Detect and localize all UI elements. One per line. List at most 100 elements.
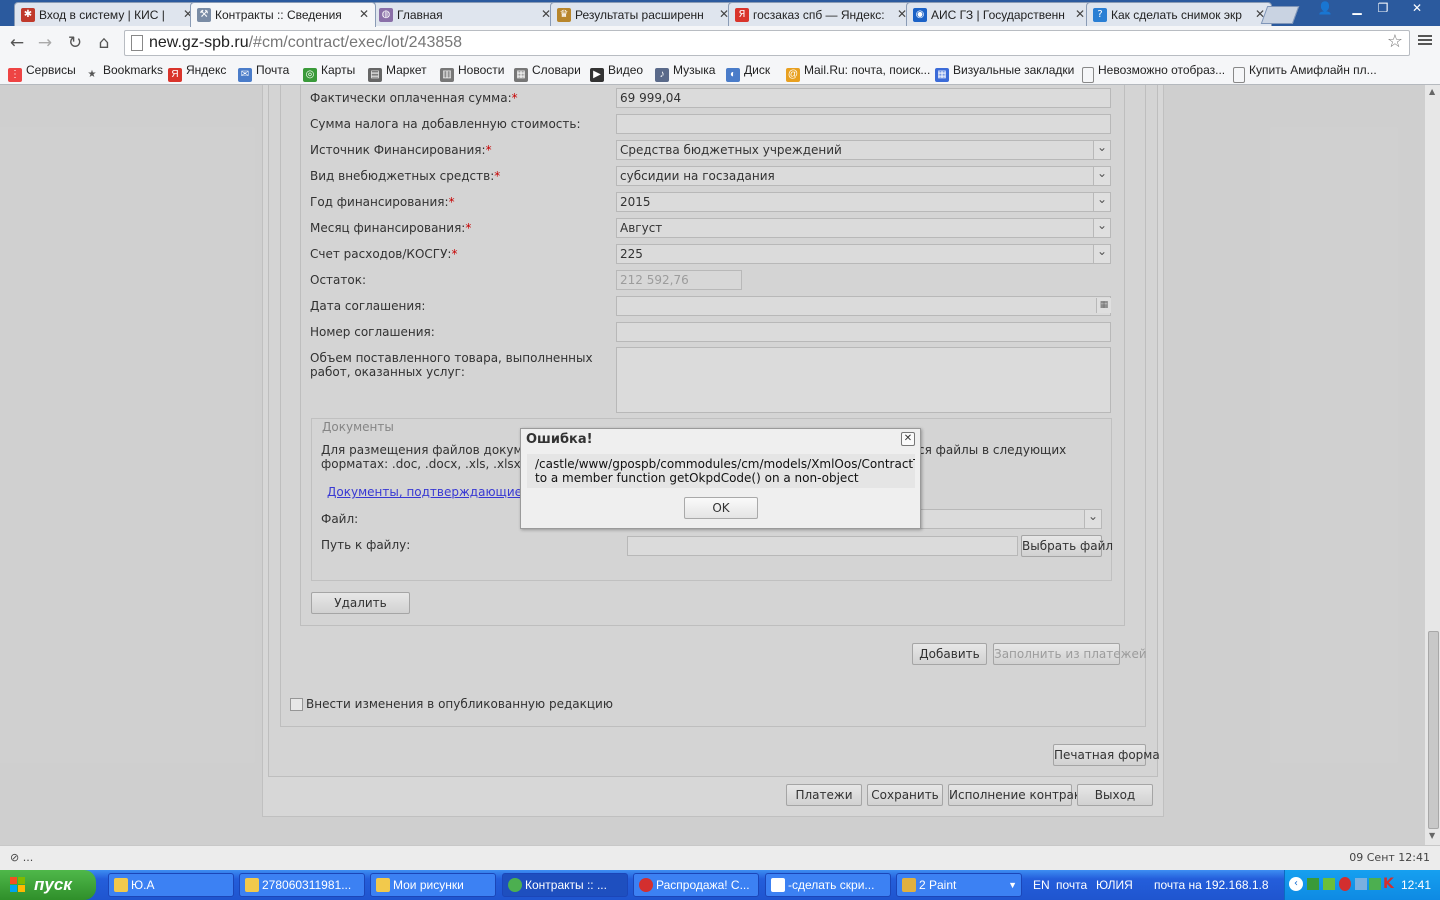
new-tab-button[interactable]	[1260, 6, 1300, 24]
task-folder-ua[interactable]: Ю.А	[108, 873, 234, 897]
bookmark-news[interactable]: ▥ Новости	[440, 63, 505, 82]
task-chrome-contracts[interactable]: Контракты :: ...	[502, 873, 628, 897]
bookmark-label: Новости	[458, 63, 505, 77]
bookmark-market[interactable]: ▤ Маркет	[368, 63, 427, 82]
bookmark-label: Визуальные закладки	[953, 63, 1075, 77]
bookmark-label: Почта	[256, 63, 290, 77]
clock: 12:41	[1401, 878, 1432, 892]
opera-tray-icon[interactable]	[1339, 877, 1351, 891]
page-scrollbar[interactable]: ▲ ▼	[1424, 85, 1440, 845]
mailru-icon: @	[786, 68, 800, 82]
network-icon[interactable]	[1307, 878, 1319, 890]
task-paint-group[interactable]: 2 Paint ▼	[896, 873, 1022, 897]
opera-icon	[639, 878, 653, 892]
tab-ais-gz[interactable]: ◉ АИС ГЗ | Государственн ✕	[906, 2, 1092, 26]
scroll-down-icon[interactable]: ▼	[1429, 831, 1435, 840]
restore-icon[interactable]: ❐	[1370, 0, 1396, 18]
start-button[interactable]: пуск	[0, 870, 96, 900]
dialog-message-line1: /castle/www/gpospb/commodules/cm/models/…	[535, 457, 915, 471]
tab-login[interactable]: ✱ Вход в систему | КИС | ✕	[14, 2, 200, 26]
tab-title: Результаты расширенн	[575, 8, 704, 22]
toolbar-mail[interactable]: почта	[1056, 878, 1087, 892]
bookmark-label: Видео	[608, 63, 644, 77]
tab-title: Контракты :: Сведения	[215, 8, 342, 22]
document-icon	[771, 878, 785, 892]
tab-title: госзаказ спб — Яндекс:	[753, 8, 885, 22]
close-tab-icon[interactable]: ✕	[359, 7, 369, 21]
bookmark-label: Купить Амифлайн пл...	[1249, 63, 1377, 77]
reload-icon[interactable]: ↻	[64, 33, 86, 53]
bookmark-apps[interactable]: ⋮ Сервисы	[8, 63, 76, 82]
task-opera-sale[interactable]: Распродажа! С...	[633, 873, 759, 897]
bookmark-video[interactable]: ▶ Видео	[590, 63, 644, 82]
toolbar-user[interactable]: ЮЛИЯ	[1096, 878, 1133, 892]
scrollbar-thumb[interactable]	[1428, 631, 1439, 829]
question-favicon-icon: ?	[1093, 8, 1107, 22]
task-my-pictures[interactable]: Мои рисунки	[370, 873, 496, 897]
browser-tab-strip: ✱ Вход в систему | КИС | ✕ ⚒ Контракты :…	[0, 0, 1440, 27]
bookmark-label: Маркет	[386, 63, 427, 77]
url-host: new.gz-spb.ru	[149, 34, 249, 51]
page-icon	[131, 35, 143, 51]
bookmark-disk[interactable]: ◐ Диск	[726, 63, 771, 82]
bookmark-label: Музыка	[673, 63, 716, 77]
tray-app-icon[interactable]	[1369, 878, 1381, 890]
language-indicator[interactable]: EN	[1033, 878, 1050, 892]
task-folder-number[interactable]: 278060311981...	[239, 873, 365, 897]
bookmark-mail[interactable]: ✉ Почта	[238, 63, 290, 82]
browser-menu-icon[interactable]	[1418, 33, 1432, 47]
url-text: new.gz-spb.ru/#cm/contract/exec/lot/2438…	[149, 34, 462, 52]
system-tray: ‹ K 12:41	[1284, 870, 1440, 900]
toolbar-mail-server[interactable]: почта на 192.168.1.8	[1154, 878, 1269, 892]
bookmark-label: Диск	[744, 63, 771, 77]
forward-arrow-icon[interactable]: →	[34, 33, 56, 53]
emblem-favicon-icon: ♛	[557, 8, 571, 22]
chrome-icon	[508, 878, 522, 892]
back-arrow-icon[interactable]: ←	[6, 33, 28, 53]
page-icon	[1082, 67, 1094, 83]
tab-title: Главная	[397, 8, 443, 22]
tools-favicon-icon: ⚒	[197, 8, 211, 22]
tab-home[interactable]: ◍ Главная ✕	[372, 2, 558, 26]
folder-icon	[245, 878, 259, 892]
bookmark-bookmarks[interactable]: ★ Bookmarks	[85, 63, 164, 81]
bookmark-star-icon[interactable]: ☆	[1387, 31, 1403, 52]
address-bar[interactable]: new.gz-spb.ru/#cm/contract/exec/lot/2438…	[124, 30, 1410, 56]
bookmark-unavailable[interactable]: Невозможно отобраз...	[1082, 63, 1226, 83]
tray-app-icon[interactable]	[1323, 878, 1335, 890]
site-favicon-icon: ✱	[21, 8, 35, 22]
apps-grid-icon: ⋮	[8, 68, 22, 82]
task-word-screenshot[interactable]: -сделать скри...	[765, 873, 891, 897]
user-profile-icon[interactable]: 👤	[1312, 0, 1338, 18]
globe-favicon-icon: ◉	[913, 8, 927, 22]
close-icon[interactable]: ✕	[901, 432, 915, 446]
home-icon[interactable]: ⌂	[93, 33, 115, 53]
minimize-icon[interactable]: ▁	[1344, 0, 1370, 18]
bookmark-buy[interactable]: Купить Амифлайн пл...	[1233, 63, 1377, 83]
status-date: 09 Сент 12:41	[1349, 851, 1430, 864]
bookmark-maps[interactable]: ◎ Карты	[303, 63, 355, 82]
maps-icon: ◎	[303, 68, 317, 82]
bookmark-visual[interactable]: ▦ Визуальные закладки	[935, 63, 1075, 82]
paint-icon	[902, 878, 916, 892]
close-window-icon[interactable]: ✕	[1402, 0, 1432, 18]
pictures-folder-icon	[376, 878, 390, 892]
close-tab-icon[interactable]: ✕	[1075, 7, 1085, 21]
display-icon[interactable]	[1355, 878, 1367, 890]
bookmark-dictionaries[interactable]: ▦ Словари	[514, 63, 581, 82]
ok-button[interactable]: OK	[684, 497, 758, 519]
bookmark-mailru[interactable]: @ Mail.Ru: почта, поиск...	[786, 63, 931, 82]
bookmark-music[interactable]: ♪ Музыка	[655, 63, 716, 82]
bookmark-yandex[interactable]: Я Яндекс	[168, 63, 227, 82]
tray-expand-icon[interactable]: ‹	[1289, 877, 1303, 891]
bookmark-label: Яндекс	[186, 63, 227, 77]
folder-icon	[114, 878, 128, 892]
tab-yandex[interactable]: Я госзаказ спб — Яндекс: ✕	[728, 2, 914, 26]
kaspersky-icon[interactable]: K	[1383, 876, 1394, 892]
tab-screenshot-howto[interactable]: ? Как сделать снимок экр ✕	[1086, 2, 1272, 26]
tab-contracts[interactable]: ⚒ Контракты :: Сведения ✕	[190, 2, 376, 27]
bookmark-label: Mail.Ru: почта, поиск...	[804, 63, 931, 77]
bookmark-label: Невозможно отобраз...	[1098, 63, 1226, 77]
tab-search-results[interactable]: ♛ Результаты расширенн ✕	[550, 2, 736, 26]
scroll-up-icon[interactable]: ▲	[1429, 87, 1435, 96]
